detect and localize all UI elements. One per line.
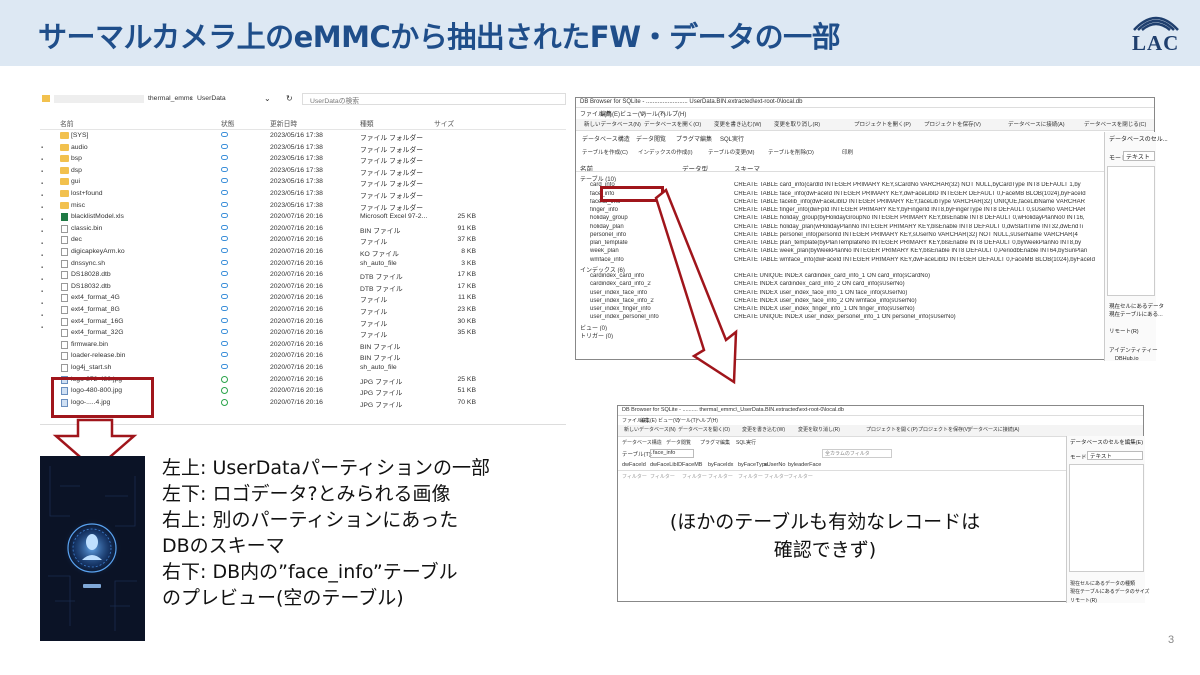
- note: (ほかのテーブルも有効なレコードは 確認できず): [620, 508, 1030, 564]
- description: 左上: UserDataパーティションの一部 左下: ロゴデータ?とみられる画像…: [162, 455, 490, 611]
- note-line: (ほかのテーブルも有効なレコードは: [669, 511, 981, 533]
- description-line: 右上: 別のパーティションにあった: [162, 509, 459, 531]
- description-line: のプレビュー(空のテーブル): [162, 587, 404, 609]
- arrow-diagonal-icon: [654, 187, 738, 385]
- logo-image: [40, 456, 145, 641]
- note-line: 確認できず): [773, 539, 877, 561]
- description-line: DBのスキーマ: [162, 535, 285, 557]
- page-number: 3: [1168, 634, 1175, 646]
- description-line: 左上: UserDataパーティションの一部: [162, 457, 490, 479]
- description-line: 右下: DB内の”face_info”テーブル: [162, 561, 458, 583]
- description-line: 左下: ロゴデータ?とみられる画像: [162, 483, 451, 505]
